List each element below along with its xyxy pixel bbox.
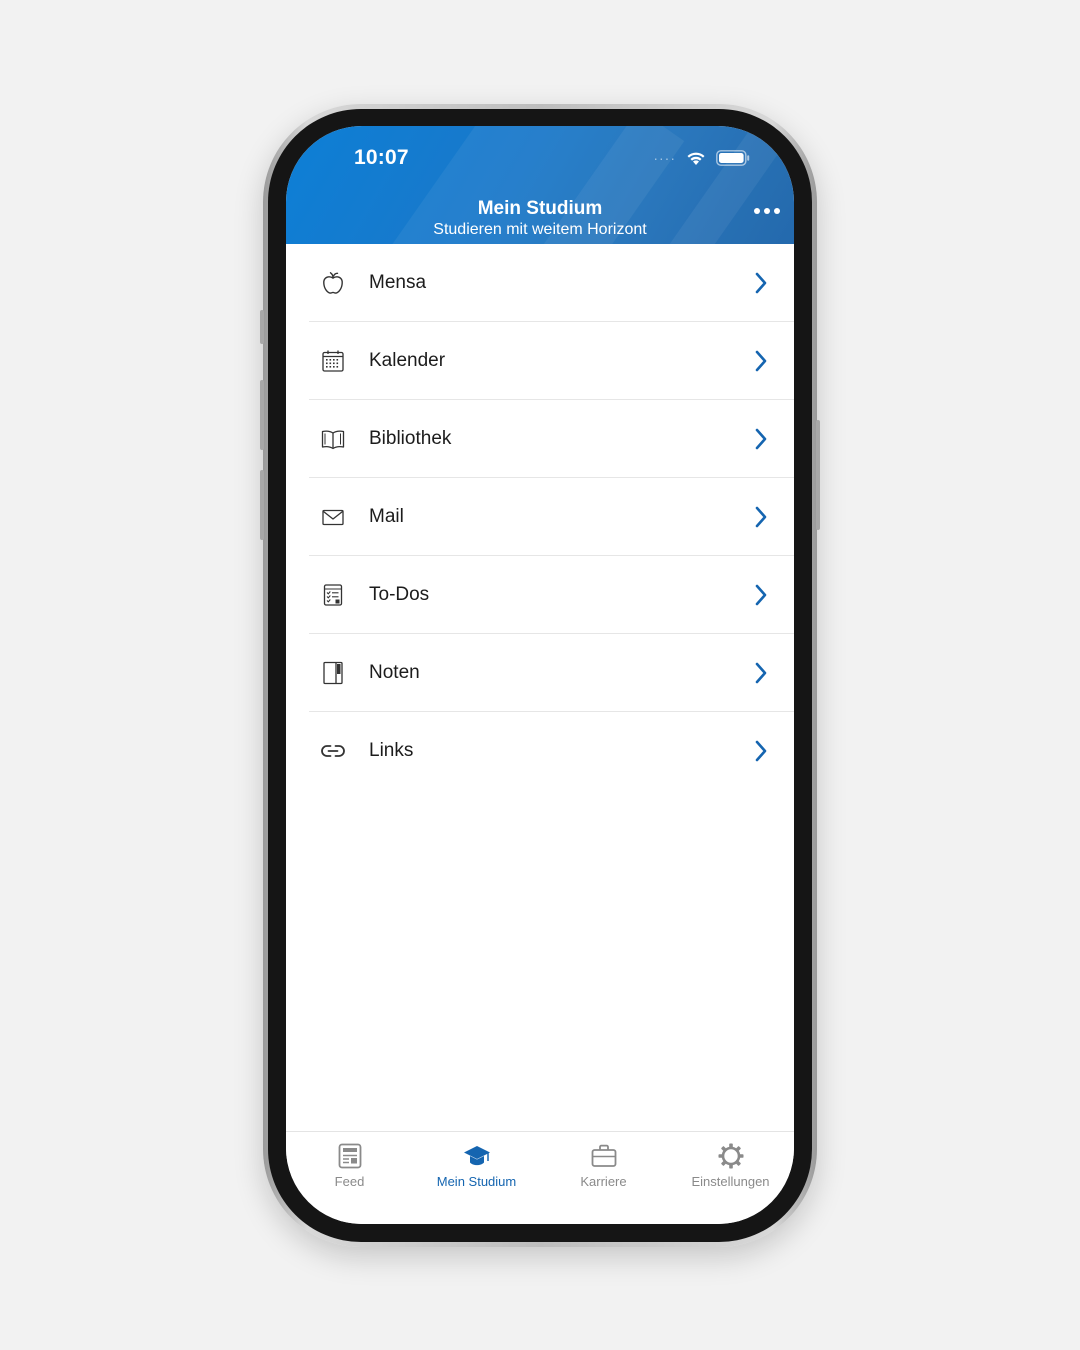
menu-item-label: Bibliothek: [369, 428, 452, 449]
more-dot-icon: [774, 208, 780, 214]
menu-item-label: Mensa: [369, 272, 427, 293]
menu-item-label: Kalender: [369, 350, 446, 371]
more-dot-icon: [754, 208, 760, 214]
chevron-right-icon: [755, 584, 767, 606]
menu-item-label: Noten: [369, 662, 420, 683]
menu-item-todos[interactable]: To-Dos: [286, 556, 794, 634]
tab-label: Karriere: [580, 1174, 627, 1189]
chevron-right-icon: [755, 350, 767, 372]
menu-item-label: Mail: [369, 506, 404, 527]
graduation-cap-icon: [463, 1146, 490, 1166]
chevron-right-icon: [755, 506, 767, 528]
tab-label: Einstellungen: [691, 1174, 770, 1189]
app-screen: 10:07 ···· Mein Studium Studieren mit we…: [286, 126, 794, 1224]
chevron-right-icon: [755, 272, 767, 294]
apple-icon: [323, 272, 343, 294]
notebook-icon: [323, 661, 343, 685]
tab-bar: Feed Mein Studium Karriere Einstellungen: [286, 1131, 794, 1224]
tab-label: Mein Studium: [436, 1174, 517, 1189]
menu-item-mail[interactable]: Mail: [286, 478, 794, 556]
newspaper-icon: [338, 1143, 361, 1169]
page-title: Mein Studium: [477, 198, 603, 219]
menu-item-label: To-Dos: [369, 584, 430, 605]
side-button-volume-down: [260, 470, 264, 540]
chevron-right-icon: [755, 428, 767, 450]
link-icon: [321, 745, 345, 757]
menu-list: Mensa Kalender Bibliothek Mail To-Dos No…: [286, 244, 794, 790]
briefcase-icon: [591, 1144, 616, 1167]
menu-item-noten[interactable]: Noten: [286, 634, 794, 712]
more-dot-icon: [764, 208, 770, 214]
tab-karriere[interactable]: Karriere: [540, 1142, 667, 1189]
tab-einstellungen[interactable]: Einstellungen: [667, 1142, 794, 1189]
mail-icon: [322, 509, 344, 526]
status-icons: ····: [653, 150, 750, 166]
wifi-icon: [687, 152, 705, 165]
checklist-icon: [323, 584, 343, 606]
battery-icon: [716, 150, 750, 166]
chevron-right-icon: [755, 740, 767, 762]
side-button-volume-up: [260, 380, 264, 450]
side-button-silent: [260, 310, 264, 344]
signal-icon: ····: [653, 150, 676, 166]
more-options-button[interactable]: [754, 208, 780, 214]
tab-label: Feed: [334, 1174, 365, 1189]
book-icon: [321, 430, 345, 450]
page-subtitle: Studieren mit weitem Horizont: [433, 221, 647, 238]
tab-mein-studium[interactable]: Mein Studium: [413, 1142, 540, 1189]
menu-item-label: Links: [369, 740, 414, 761]
menu-item-kalender[interactable]: Kalender: [286, 322, 794, 400]
menu-item-mensa[interactable]: Mensa: [286, 244, 794, 322]
tab-feed[interactable]: Feed: [286, 1142, 413, 1189]
gear-icon: [718, 1143, 743, 1169]
calendar-icon: [322, 350, 344, 372]
status-time: 10:07: [354, 146, 409, 169]
menu-item-bibliothek[interactable]: Bibliothek: [286, 400, 794, 478]
chevron-right-icon: [755, 662, 767, 684]
side-button-power: [816, 420, 820, 530]
app-header: 10:07 ···· Mein Studium Studieren mit we…: [286, 126, 794, 244]
menu-item-links[interactable]: Links: [286, 712, 794, 790]
